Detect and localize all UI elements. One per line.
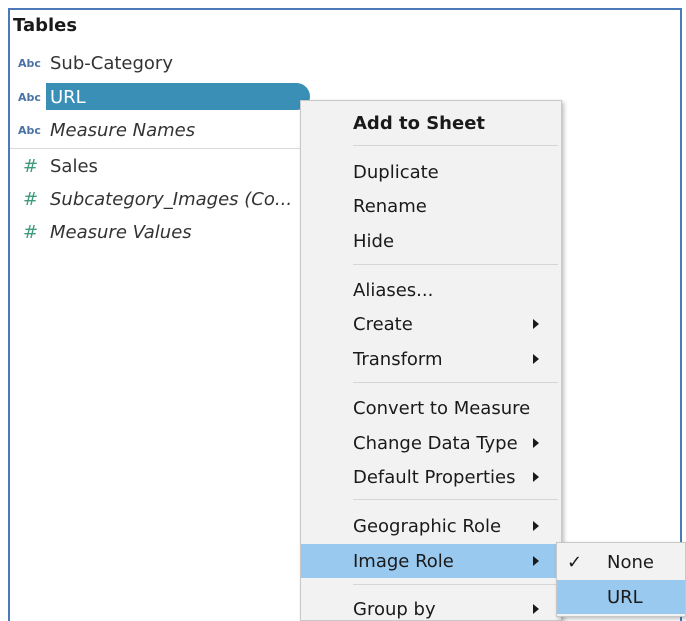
checkmark-icon: ✓ xyxy=(567,552,583,573)
menu-item-label: Geographic Role xyxy=(353,515,502,537)
menu-item-change-data-type[interactable]: Change Data Type xyxy=(301,426,561,460)
menu-item-label: Change Data Type xyxy=(353,432,518,454)
field-name: Sales xyxy=(50,155,98,177)
submenu-item-label: URL xyxy=(607,586,643,608)
menu-separator xyxy=(353,499,558,500)
context-menu: Add to Sheet Duplicate Rename Hide Alias… xyxy=(300,100,562,621)
submenu-arrow-icon xyxy=(533,438,539,448)
field-name: Sub-Category xyxy=(50,52,173,74)
image-role-submenu: ✓ None URL xyxy=(556,542,686,617)
menu-separator xyxy=(353,584,558,585)
submenu-item-url[interactable]: URL xyxy=(557,580,685,614)
field-sub-category[interactable]: Abc Sub-Category xyxy=(10,48,173,78)
menu-item-create[interactable]: Create xyxy=(301,307,561,341)
field-name: URL xyxy=(50,86,86,108)
menu-item-hide[interactable]: Hide xyxy=(301,224,561,258)
field-subcategory-images[interactable]: # Subcategory_Images (Co... xyxy=(10,184,292,214)
submenu-arrow-icon xyxy=(533,354,539,364)
menu-item-convert-to-measure[interactable]: Convert to Measure xyxy=(301,391,561,425)
menu-item-aliases[interactable]: Aliases... xyxy=(301,273,561,307)
field-measure-values[interactable]: # Measure Values xyxy=(10,217,192,247)
submenu-arrow-icon xyxy=(533,319,539,329)
submenu-arrow-icon xyxy=(533,556,539,566)
number-type-icon: # xyxy=(23,188,39,210)
submenu-item-none[interactable]: ✓ None xyxy=(557,545,685,579)
string-type-icon: Abc xyxy=(18,123,41,137)
menu-item-rename[interactable]: Rename xyxy=(301,189,561,223)
menu-item-label: Group by xyxy=(353,598,436,620)
number-type-icon: # xyxy=(23,155,39,177)
field-name: Subcategory_Images (Co... xyxy=(50,188,293,210)
menu-item-duplicate[interactable]: Duplicate xyxy=(301,155,561,189)
menu-separator xyxy=(353,264,558,265)
submenu-item-label: None xyxy=(607,551,654,573)
submenu-arrow-icon xyxy=(533,521,539,531)
menu-item-geographic-role[interactable]: Geographic Role xyxy=(301,509,561,543)
field-sales[interactable]: # Sales xyxy=(10,151,98,181)
menu-item-default-properties[interactable]: Default Properties xyxy=(301,460,561,494)
menu-item-add-to-sheet[interactable]: Add to Sheet xyxy=(301,106,561,140)
field-url[interactable]: Abc URL xyxy=(10,82,310,112)
menu-separator xyxy=(353,145,558,146)
menu-separator xyxy=(353,382,558,383)
menu-item-group-by[interactable]: Group by xyxy=(301,592,561,621)
menu-item-label: Image Role xyxy=(353,550,454,572)
menu-item-image-role[interactable]: Image Role xyxy=(301,544,561,578)
number-type-icon: # xyxy=(23,221,39,243)
menu-item-label: Transform xyxy=(353,348,443,370)
menu-item-label: Default Properties xyxy=(353,466,516,488)
pane-title: Tables xyxy=(13,15,78,36)
submenu-arrow-icon xyxy=(533,472,539,482)
field-measure-names[interactable]: Abc Measure Names xyxy=(10,115,195,145)
string-type-icon: Abc xyxy=(18,56,41,70)
submenu-arrow-icon xyxy=(533,604,539,614)
dimension-measure-divider xyxy=(10,148,300,149)
menu-item-label: Create xyxy=(353,313,413,335)
menu-item-transform[interactable]: Transform xyxy=(301,342,561,376)
field-name: Measure Names xyxy=(50,119,196,141)
field-name: Measure Values xyxy=(50,221,192,243)
string-type-icon: Abc xyxy=(18,90,41,104)
